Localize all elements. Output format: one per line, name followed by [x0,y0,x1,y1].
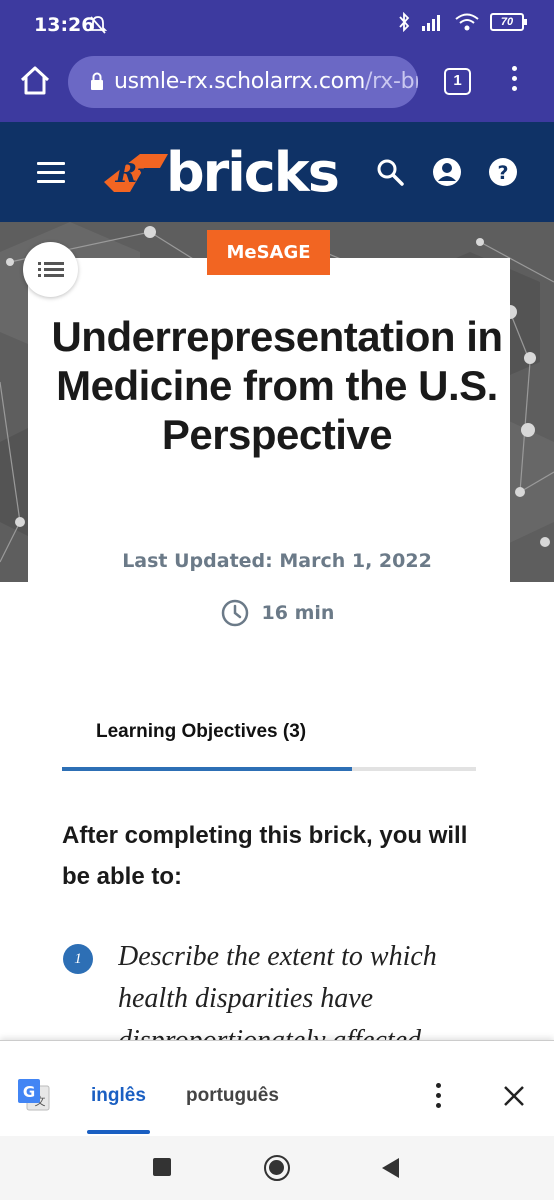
site-header: Rx bricks ? [0,122,554,222]
bluetooth-icon [399,12,410,32]
tab-switcher-button[interactable]: 1 [444,68,471,95]
google-translate-icon[interactable]: 文 G [17,1078,51,1112]
url-text: usmle-rx.scholarrx.com/rx-br [114,69,418,94]
hamburger-menu-icon[interactable] [37,162,65,189]
wifi-icon [455,13,479,31]
browser-toolbar: usmle-rx.scholarrx.com/rx-br 1 [0,50,554,122]
account-icon[interactable] [432,157,462,187]
active-language-indicator [87,1130,150,1134]
signal-icon [422,15,440,31]
objectives-progress-fill [62,767,352,771]
tab-learning-objectives[interactable]: Learning Objectives (3) [96,721,306,743]
search-icon[interactable] [375,157,405,187]
close-icon[interactable] [503,1085,525,1107]
logo-mark-text: Rx [114,159,153,189]
lock-icon [91,72,103,90]
logo-text: bricks [166,140,340,204]
reading-duration: 16 min [0,598,554,628]
url-path: /rx-br [364,69,418,94]
status-icons: 70 [398,12,527,32]
last-updated: Last Updated: March 1, 2022 [122,550,432,572]
url-host: usmle-rx.scholarrx.com [114,69,365,94]
translate-bar: 文 G inglês português [0,1040,554,1136]
page-title: Underrepresentation in Medicine from the… [51,313,503,458]
language-tab-target[interactable]: português [186,1085,279,1107]
back-button[interactable] [382,1158,399,1178]
rx-logo-mark: Rx [104,154,168,192]
duration-text: 16 min [261,602,335,624]
table-of-contents-button[interactable] [23,242,78,297]
home-icon[interactable] [18,64,52,98]
objective-number: 1 [63,944,93,974]
battery-icon: 70 [490,13,527,31]
svg-text:?: ? [497,162,508,184]
home-button[interactable] [264,1155,290,1181]
objectives-intro: After completing this brick, you will be… [62,822,468,890]
category-tag[interactable]: MeSAGE [207,230,330,275]
translate-more-icon[interactable] [436,1083,444,1113]
list-icon [38,262,64,277]
system-nav-bar [0,1136,554,1200]
clock-icon [221,599,248,627]
help-icon[interactable]: ? [488,157,518,187]
language-tab-source[interactable]: inglês [91,1085,146,1107]
notifications-off-icon [88,16,108,34]
browser-menu-icon[interactable] [500,66,528,98]
recent-apps-button[interactable] [153,1158,171,1176]
status-time: 13:26 [34,14,95,36]
objective-text: Describe the extent to which health disp… [118,941,437,1044]
url-bar[interactable]: usmle-rx.scholarrx.com/rx-br [68,56,418,108]
svg-text:G: G [23,1083,35,1101]
bricks-logo[interactable]: Rx bricks [100,141,340,204]
status-bar: 13:26 70 [0,0,554,50]
objectives-progress-track [62,767,476,771]
